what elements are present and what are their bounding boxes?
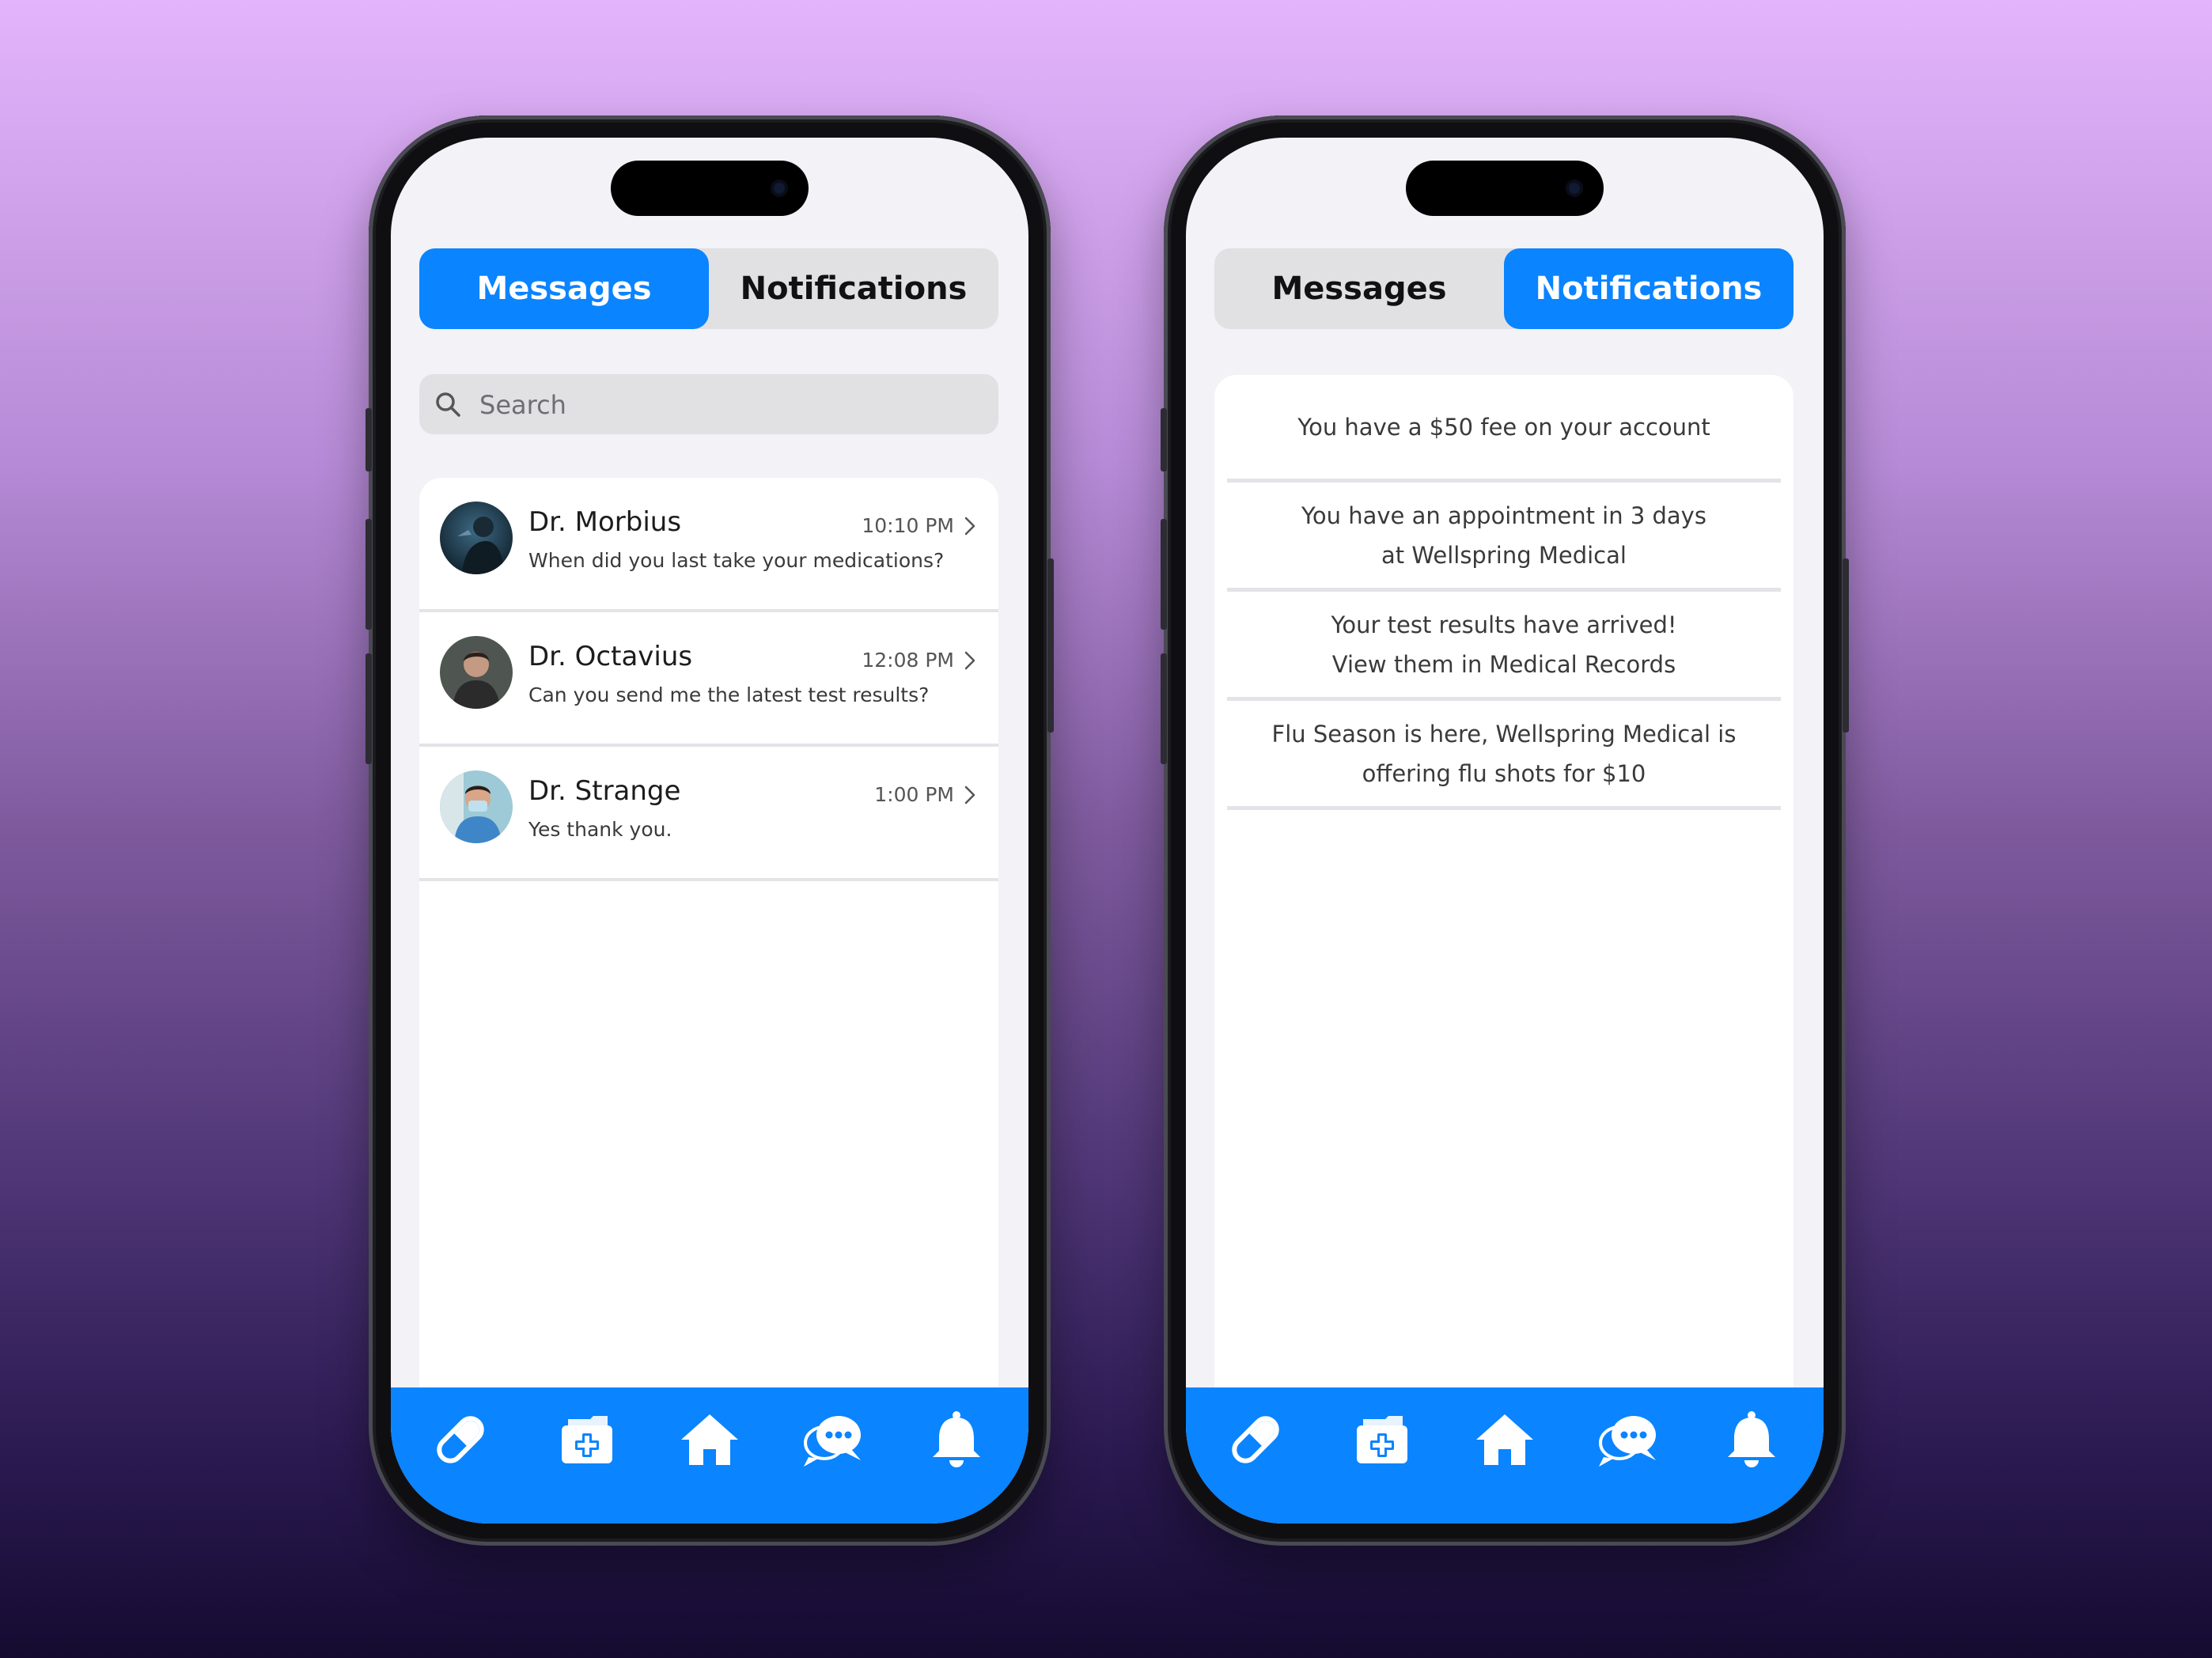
conversation-row[interactable]: Dr. Strange 1:00 PM Yes thank you. — [419, 747, 998, 881]
search-bar[interactable] — [419, 374, 998, 434]
volume-down-button — [1161, 653, 1167, 764]
notification-line-1: Flu Season is here, Wellspring Medical i… — [1271, 720, 1737, 748]
notification-line-2: View them in Medical Records — [1331, 650, 1676, 678]
nav-medical-records[interactable] — [1350, 1408, 1414, 1471]
avatar — [440, 770, 513, 843]
tab-bar — [1186, 1387, 1824, 1524]
notification-line-2: offering flu shots for $10 — [1362, 759, 1646, 787]
segmented-control: Messages Notifications — [1214, 248, 1793, 329]
search-icon — [434, 390, 462, 418]
notification-item[interactable]: Flu Season is here, Wellspring Medical i… — [1227, 701, 1781, 810]
notification-text: You have a $50 fee on your account — [1297, 407, 1710, 447]
tab-bar — [391, 1387, 1028, 1524]
notification-line-1: Your test results have arrived! — [1331, 611, 1677, 638]
notification-item[interactable]: Your test results have arrived! View the… — [1227, 592, 1781, 701]
side-button — [1161, 408, 1167, 471]
message-time: 12:08 PM — [862, 649, 954, 672]
phone-notifications: Messages Notifications You have a $50 fe… — [1161, 115, 1849, 1546]
home-icon — [678, 1408, 741, 1471]
notifications-screen: Messages Notifications You have a $50 fe… — [1186, 138, 1824, 1524]
notification-line-1: You have a $50 fee on your account — [1297, 413, 1710, 441]
contact-name: Dr. Morbius — [528, 506, 682, 538]
medical-folder-icon — [1350, 1408, 1414, 1471]
list-empty-area — [419, 881, 998, 1387]
tab-notifications[interactable]: Notifications — [1504, 248, 1793, 329]
power-button — [1843, 558, 1849, 732]
nav-notifications[interactable] — [925, 1408, 988, 1471]
camera-icon — [1566, 180, 1583, 197]
home-icon — [1473, 1408, 1536, 1471]
notification-list: You have a $50 fee on your account You h… — [1214, 375, 1793, 1482]
search-input[interactable] — [478, 382, 972, 428]
phone-messages: Messages Notifications Dr. Morbius — [366, 115, 1054, 1546]
chat-bubbles-icon — [801, 1408, 864, 1471]
nav-messages[interactable] — [801, 1408, 864, 1471]
chevron-right-icon — [964, 516, 976, 536]
contact-name: Dr. Strange — [528, 775, 681, 807]
nav-home[interactable] — [678, 1408, 741, 1471]
nav-notifications[interactable] — [1720, 1408, 1783, 1471]
tab-messages[interactable]: Messages — [1214, 248, 1504, 329]
nav-medications[interactable] — [429, 1408, 492, 1471]
camera-icon — [771, 180, 788, 197]
tab-messages[interactable]: Messages — [419, 248, 709, 329]
message-preview: Yes thank you. — [528, 818, 672, 841]
message-time: 10:10 PM — [862, 514, 954, 537]
tab-notifications[interactable]: Notifications — [709, 248, 998, 329]
notification-item[interactable]: You have a $50 fee on your account — [1227, 375, 1781, 483]
segmented-control: Messages Notifications — [419, 248, 998, 329]
chevron-right-icon — [964, 785, 976, 805]
avatar — [440, 502, 513, 574]
volume-up-button — [366, 519, 372, 630]
volume-down-button — [366, 653, 372, 764]
notification-text: You have an appointment in 3 days at Wel… — [1301, 496, 1706, 575]
message-preview: Can you send me the latest test results? — [528, 683, 930, 706]
chevron-right-icon — [964, 650, 976, 671]
bell-icon — [1720, 1408, 1783, 1471]
side-button — [366, 408, 372, 471]
notification-item[interactable]: You have an appointment in 3 days at Wel… — [1227, 483, 1781, 592]
power-button — [1047, 558, 1054, 732]
message-time: 1:00 PM — [874, 783, 954, 806]
message-preview: When did you last take your medications? — [528, 549, 945, 572]
notification-text: Flu Season is here, Wellspring Medical i… — [1272, 714, 1737, 793]
dynamic-island — [1406, 161, 1604, 216]
medical-folder-icon — [555, 1408, 619, 1471]
conversation-list: Dr. Morbius 10:10 PM When did you last t… — [419, 478, 998, 1387]
notification-line-1: You have an appointment in 3 days — [1301, 502, 1706, 529]
avatar — [440, 636, 513, 709]
contact-name: Dr. Octavius — [528, 641, 693, 672]
conversation-row[interactable]: Dr. Morbius 10:10 PM When did you last t… — [419, 478, 998, 612]
nav-home[interactable] — [1473, 1408, 1536, 1471]
dynamic-island — [611, 161, 809, 216]
pill-icon — [429, 1408, 492, 1471]
nav-messages[interactable] — [1596, 1408, 1659, 1471]
notification-line-2: at Wellspring Medical — [1381, 541, 1627, 569]
bell-icon — [925, 1408, 988, 1471]
chat-bubbles-icon — [1596, 1408, 1659, 1471]
nav-medical-records[interactable] — [555, 1408, 619, 1471]
notification-text: Your test results have arrived! View the… — [1331, 605, 1677, 684]
pill-icon — [1224, 1408, 1287, 1471]
nav-medications[interactable] — [1224, 1408, 1287, 1471]
volume-up-button — [1161, 519, 1167, 630]
messages-screen: Messages Notifications Dr. Morbius — [391, 138, 1028, 1524]
conversation-row[interactable]: Dr. Octavius 12:08 PM Can you send me th… — [419, 612, 998, 747]
